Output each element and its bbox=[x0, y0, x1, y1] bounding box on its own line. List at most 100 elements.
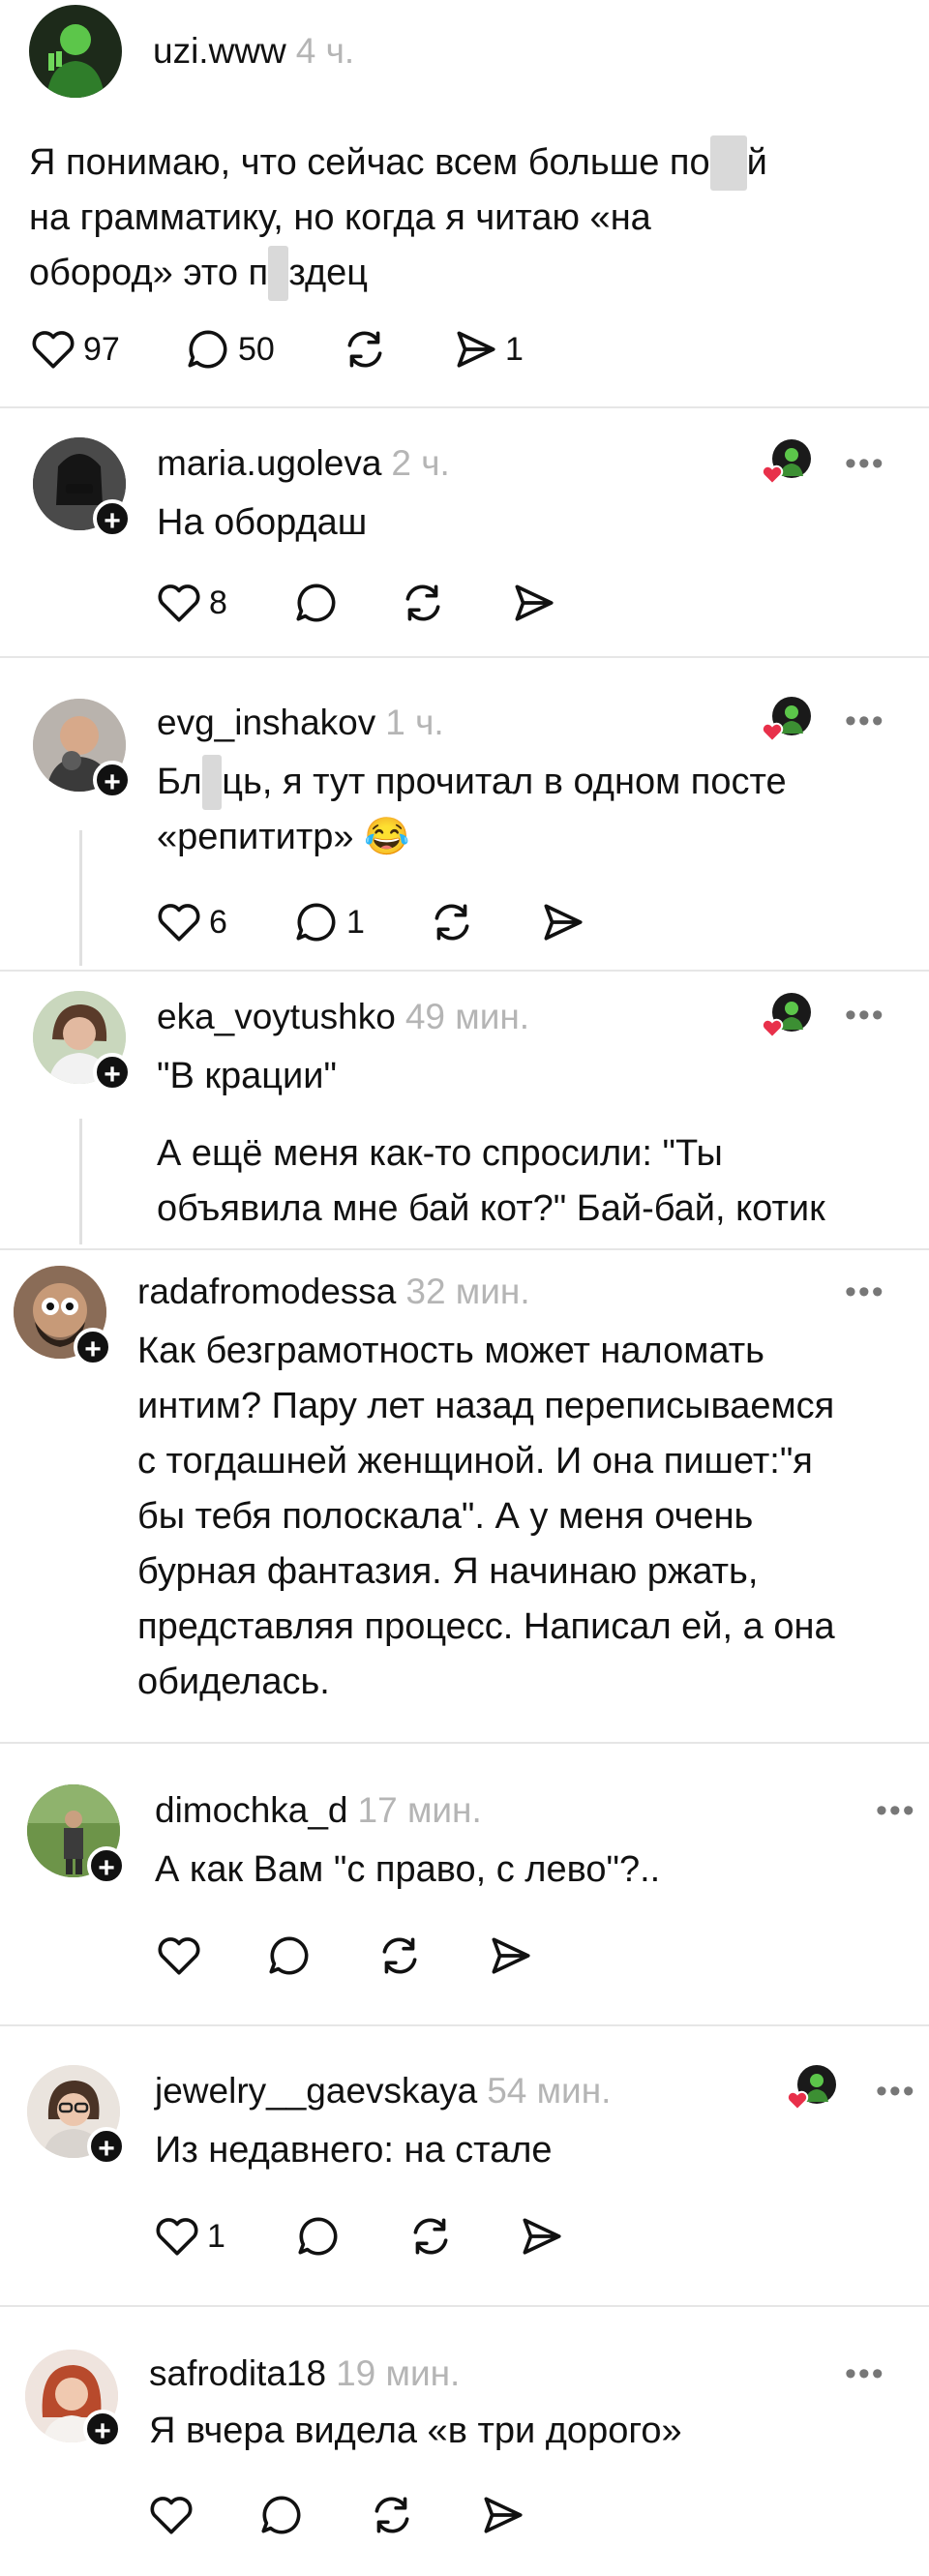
send-icon bbox=[492, 1937, 530, 1974]
repost-button[interactable] bbox=[368, 2491, 416, 2539]
censored-blur: и bbox=[268, 246, 289, 301]
comment-button[interactable] bbox=[265, 1932, 314, 1980]
repost-icon bbox=[435, 904, 469, 941]
comment-button[interactable] bbox=[257, 2491, 306, 2539]
comment-text-line: представляя процесс. Написал ей, а она bbox=[137, 1606, 835, 1647]
comment-actions: 8 bbox=[155, 579, 639, 637]
divider bbox=[0, 1248, 929, 1250]
repost-button[interactable] bbox=[406, 2212, 455, 2261]
username-text[interactable]: maria.ugoleva bbox=[157, 443, 381, 483]
comment-count: 1 bbox=[346, 903, 365, 941]
username[interactable]: dimochka_d 17 мин. bbox=[155, 1790, 482, 1831]
username[interactable]: safrodita18 19 мин. bbox=[149, 2353, 460, 2394]
username-text[interactable]: safrodita18 bbox=[149, 2353, 326, 2393]
repost-button[interactable] bbox=[428, 898, 476, 946]
comment-button[interactable]: 1 bbox=[292, 898, 365, 946]
username-text[interactable]: dimochka_d bbox=[155, 1790, 348, 1830]
comment-text-line: обиделась. bbox=[137, 1662, 330, 1702]
comment-button[interactable]: 50 bbox=[184, 325, 275, 374]
comment-button[interactable] bbox=[294, 2212, 343, 2261]
like-count: 1 bbox=[207, 2217, 225, 2255]
heart-icon bbox=[158, 1937, 200, 1975]
follow-button[interactable]: + bbox=[87, 1846, 126, 1885]
username[interactable]: uzi.www 4 ч. bbox=[153, 31, 354, 72]
more-options-button[interactable]: ••• bbox=[845, 997, 885, 1034]
follow-button[interactable]: + bbox=[74, 1328, 112, 1366]
follow-button[interactable]: + bbox=[87, 2127, 126, 2166]
comment-text-line: с тогдашней женщиной. И она пишет:"я bbox=[137, 1441, 813, 1482]
share-count: 1 bbox=[505, 330, 524, 368]
username-text[interactable]: eka_voytushko bbox=[157, 997, 396, 1036]
share-button[interactable] bbox=[517, 2212, 565, 2261]
follow-button[interactable]: + bbox=[93, 1053, 132, 1092]
thread-line bbox=[79, 1119, 82, 1244]
follow-button[interactable]: + bbox=[93, 761, 132, 799]
follow-button[interactable]: + bbox=[83, 2410, 122, 2448]
like-count: 6 bbox=[209, 903, 227, 941]
comment-text-line: интим? Пару лет назад переписываемся bbox=[137, 1386, 835, 1426]
share-button[interactable] bbox=[478, 2491, 526, 2539]
like-button[interactable]: 8 bbox=[155, 579, 227, 627]
avatar[interactable] bbox=[29, 5, 122, 98]
username-text[interactable]: radafromodessa bbox=[137, 1272, 396, 1311]
share-button[interactable] bbox=[538, 898, 586, 946]
more-options-button[interactable]: ••• bbox=[845, 1273, 885, 1311]
heart-icon bbox=[32, 331, 75, 369]
username[interactable]: radafromodessa 32 мин. bbox=[137, 1272, 530, 1312]
username[interactable]: evg_inshakov 1 ч. bbox=[157, 703, 444, 743]
like-button[interactable]: 1 bbox=[153, 2212, 225, 2261]
comment-text-line: «репититр» 😂 bbox=[157, 817, 410, 857]
comment-icon bbox=[188, 330, 227, 369]
username[interactable]: eka_voytushko 49 мин. bbox=[157, 997, 529, 1037]
like-button[interactable]: 6 bbox=[155, 898, 227, 946]
thread-line bbox=[79, 830, 82, 966]
username-text[interactable]: evg_inshakov bbox=[157, 703, 375, 742]
comment-actions bbox=[147, 2491, 631, 2549]
more-options-button[interactable]: ••• bbox=[876, 2073, 916, 2111]
post-text-line: обород» это п bbox=[29, 253, 269, 293]
repost-icon bbox=[347, 331, 382, 368]
comment-text: А как Вам "с право, с лево"?.. bbox=[155, 1849, 661, 1890]
like-button[interactable] bbox=[155, 1932, 203, 1980]
more-options-button[interactable]: ••• bbox=[845, 703, 885, 740]
more-options-button[interactable]: ••• bbox=[845, 2355, 885, 2393]
username[interactable]: jewelry__gaevskaya 54 мин. bbox=[155, 2071, 611, 2112]
timestamp: 49 мин. bbox=[405, 997, 530, 1036]
share-button[interactable] bbox=[486, 1932, 534, 1980]
share-button[interactable]: 1 bbox=[451, 325, 524, 374]
send-icon bbox=[484, 2497, 523, 2533]
repost-icon bbox=[382, 1937, 417, 1974]
timestamp: 4 ч. bbox=[295, 31, 355, 71]
post-actions: 97 50 1 bbox=[29, 325, 610, 383]
heart-icon bbox=[156, 2218, 198, 2256]
more-options-button[interactable]: ••• bbox=[845, 445, 885, 483]
comment-text-line: Как безграмотность может наломать bbox=[137, 1331, 764, 1371]
comment-icon bbox=[296, 584, 336, 622]
comment-button[interactable] bbox=[292, 579, 341, 627]
censored-blur: ху bbox=[709, 135, 747, 191]
repost-icon bbox=[413, 2218, 448, 2255]
comment-text-line: бы тебя полоскала". А у меня очень bbox=[137, 1496, 754, 1537]
repost-button[interactable] bbox=[375, 1932, 424, 1980]
follow-button[interactable]: + bbox=[93, 499, 132, 538]
repost-button[interactable] bbox=[341, 325, 389, 374]
heart-icon bbox=[150, 2497, 193, 2534]
comment-text-line: Бл bbox=[157, 762, 202, 802]
more-options-button[interactable]: ••• bbox=[876, 1792, 916, 1830]
timestamp: 17 мин. bbox=[357, 1790, 482, 1830]
censored-blur: я bbox=[201, 755, 223, 810]
like-button[interactable] bbox=[147, 2491, 195, 2539]
comment-text: "В крации" bbox=[157, 1056, 337, 1096]
comment-count: 50 bbox=[238, 330, 275, 368]
username-text[interactable]: uzi.www bbox=[153, 31, 286, 71]
share-button[interactable] bbox=[509, 579, 557, 627]
post-text-line: й bbox=[746, 142, 767, 183]
divider bbox=[0, 970, 929, 972]
repost-button[interactable] bbox=[399, 579, 447, 627]
timestamp: 19 мин. bbox=[336, 2353, 461, 2393]
like-button[interactable]: 97 bbox=[29, 325, 120, 374]
comment-text-line: ць, я тут прочитал в одном посте bbox=[222, 762, 787, 802]
divider bbox=[0, 406, 929, 408]
username-text[interactable]: jewelry__gaevskaya bbox=[155, 2071, 477, 2111]
username[interactable]: maria.ugoleva 2 ч. bbox=[157, 443, 450, 484]
